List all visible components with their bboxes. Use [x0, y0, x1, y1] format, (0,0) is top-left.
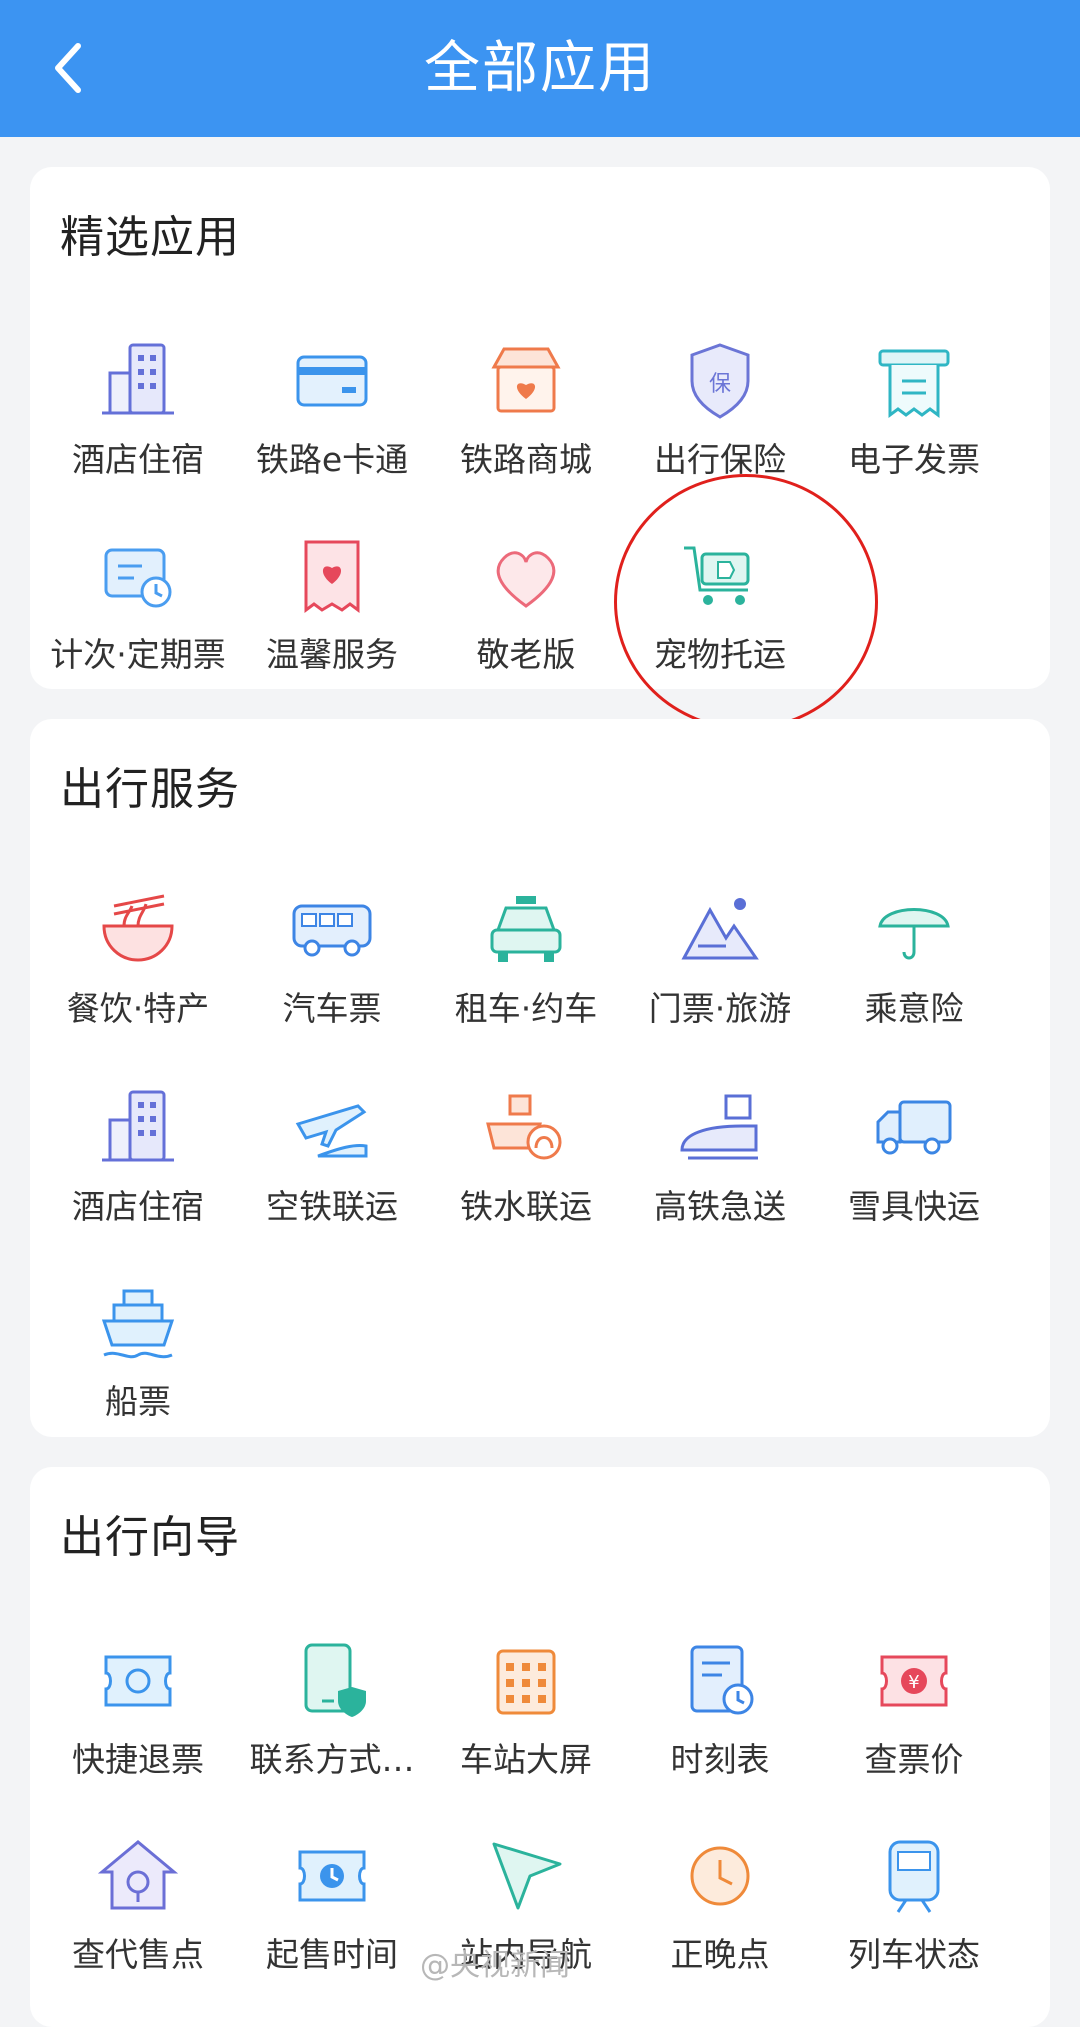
- page-title: 全部应用: [424, 36, 656, 101]
- care-service-icon: [304, 540, 360, 613]
- app-ship-ticket[interactable]: 船票: [41, 1279, 235, 1459]
- app-rail-water[interactable]: 铁水联运: [429, 1084, 623, 1264]
- app-label: 电子发票: [848, 440, 980, 479]
- phone-shield-icon: [304, 1643, 366, 1717]
- section-travel-services: 出行服务 餐饮·特产 汽车票 租车·约车 门票·旅游 乘意险 酒店住宿 空铁联运…: [30, 719, 1050, 1437]
- app-care-service[interactable]: 温馨服务: [235, 532, 429, 712]
- app-label: 温馨服务: [266, 635, 398, 674]
- app-travel-accident-insurance[interactable]: 乘意险: [817, 886, 1011, 1066]
- app-label: 酒店住宿: [72, 440, 204, 479]
- train-package-icon: [680, 1094, 758, 1160]
- taxi-icon: [490, 896, 562, 962]
- app-ski-express[interactable]: 雪具快运: [817, 1084, 1011, 1264]
- navigation-icon: [492, 1842, 562, 1910]
- section-title: 出行向导: [60, 1512, 240, 1563]
- app-quick-refund[interactable]: 快捷退票: [41, 1637, 235, 1817]
- app-car-rental[interactable]: 租车·约车: [429, 886, 623, 1066]
- app-e-invoice[interactable]: 电子发票: [817, 337, 1011, 517]
- app-label: 汽车票: [282, 989, 382, 1028]
- svg-text:¥: ¥: [908, 1672, 919, 1693]
- app-label: 雪具快运: [848, 1187, 980, 1226]
- app-catering[interactable]: 餐饮·特产: [41, 886, 235, 1066]
- app-rail-mall[interactable]: 铁路商城: [429, 337, 623, 517]
- app-label: 乘意险: [864, 989, 964, 1028]
- insurance-shield-icon: 保: [690, 343, 750, 419]
- app-label: 正晚点: [670, 1935, 770, 1974]
- app-label: 铁路e卡通: [255, 440, 409, 479]
- app-air-rail[interactable]: 空铁联运: [235, 1084, 429, 1264]
- section-featured-apps: 精选应用 酒店住宿 铁路e卡通 铁路商城 保 出行保险 电子发票 计次·定期票 …: [30, 167, 1050, 689]
- app-label: 联系方式…: [249, 1740, 415, 1779]
- agency-icon: [97, 1840, 179, 1910]
- app-label: 出行保险: [654, 440, 786, 479]
- svg-text:保: 保: [709, 372, 731, 397]
- app-sale-time[interactable]: 起售时间: [235, 1832, 429, 2012]
- app-hotel[interactable]: 酒店住宿: [41, 1084, 235, 1264]
- app-agency[interactable]: 查代售点: [41, 1832, 235, 2012]
- clock-icon: [690, 1846, 750, 1906]
- watermark: @央视新闻: [420, 1948, 570, 1983]
- app-label: 计次·定期票: [50, 635, 226, 674]
- app-label: 快捷退票: [72, 1740, 204, 1779]
- app-station-screen[interactable]: 车站大屏: [429, 1637, 623, 1817]
- app-periodic-ticket[interactable]: 计次·定期票: [41, 532, 235, 712]
- shop-icon: [491, 347, 561, 413]
- card-icon: [296, 355, 368, 407]
- app-label: 酒店住宿: [72, 1187, 204, 1226]
- app-label: 列车状态: [848, 1935, 980, 1974]
- truck-icon: [876, 1100, 952, 1155]
- periodic-ticket-icon: [104, 548, 172, 608]
- umbrella-icon: [878, 908, 950, 960]
- train-status-icon: [888, 1840, 940, 1913]
- app-label: 租车·约车: [454, 989, 598, 1028]
- app-label: 起售时间: [266, 1935, 398, 1974]
- app-label: 船票: [105, 1382, 171, 1421]
- app-label: 铁路商城: [460, 440, 592, 479]
- app-timetable[interactable]: 时刻表: [623, 1637, 817, 1817]
- refund-ticket-icon: [104, 1655, 172, 1707]
- app-elderly-mode[interactable]: 敬老版: [429, 532, 623, 712]
- app-label: 铁水联运: [460, 1187, 592, 1226]
- app-hotel[interactable]: 酒店住宿: [41, 337, 235, 517]
- app-label: 空铁联运: [266, 1187, 398, 1226]
- app-label: 时刻表: [670, 1740, 770, 1779]
- app-label: 车站大屏: [460, 1740, 592, 1779]
- section-title: 出行服务: [60, 764, 240, 815]
- app-label: 查代售点: [72, 1935, 204, 1974]
- app-bus-ticket[interactable]: 汽车票: [235, 886, 429, 1066]
- section-title: 精选应用: [60, 212, 240, 263]
- station-screen-icon: [496, 1649, 556, 1715]
- ship-icon: [101, 1289, 175, 1359]
- plane-train-icon: [295, 1104, 368, 1158]
- app-label: 门票·旅游: [648, 989, 792, 1028]
- mountain-icon: [681, 898, 759, 960]
- app-train-status[interactable]: 列车状态: [817, 1832, 1011, 2012]
- highlight-circle: [614, 474, 878, 730]
- app-contact[interactable]: 联系方式…: [235, 1637, 429, 1817]
- noodle-bowl-icon: [102, 894, 174, 962]
- heart-icon: [496, 551, 556, 608]
- app-label: 高铁急送: [654, 1187, 786, 1226]
- app-rail-e-card[interactable]: 铁路e卡通: [235, 337, 429, 517]
- sale-time-icon: [298, 1850, 366, 1902]
- app-label: 餐饮·特产: [66, 989, 210, 1028]
- top-bar: 全部应用: [0, 0, 1080, 137]
- timetable-icon: [690, 1645, 754, 1715]
- ticket-price-icon: ¥: [880, 1655, 948, 1707]
- app-station-navigation[interactable]: 站内导航: [429, 1832, 623, 2012]
- app-hsr-express[interactable]: 高铁急送: [623, 1084, 817, 1264]
- invoice-icon: [878, 349, 950, 418]
- ship-rail-icon: [486, 1094, 562, 1160]
- app-tickets-tour[interactable]: 门票·旅游: [623, 886, 817, 1066]
- bus-icon: [292, 904, 372, 957]
- hotel-icon: [102, 1090, 174, 1162]
- app-delay-status[interactable]: 正晚点: [623, 1832, 817, 2012]
- app-ticket-price[interactable]: ¥ 查票价: [817, 1637, 1011, 1817]
- app-label: 敬老版: [476, 635, 576, 674]
- app-label: 查票价: [864, 1740, 964, 1779]
- hotel-icon: [102, 343, 174, 415]
